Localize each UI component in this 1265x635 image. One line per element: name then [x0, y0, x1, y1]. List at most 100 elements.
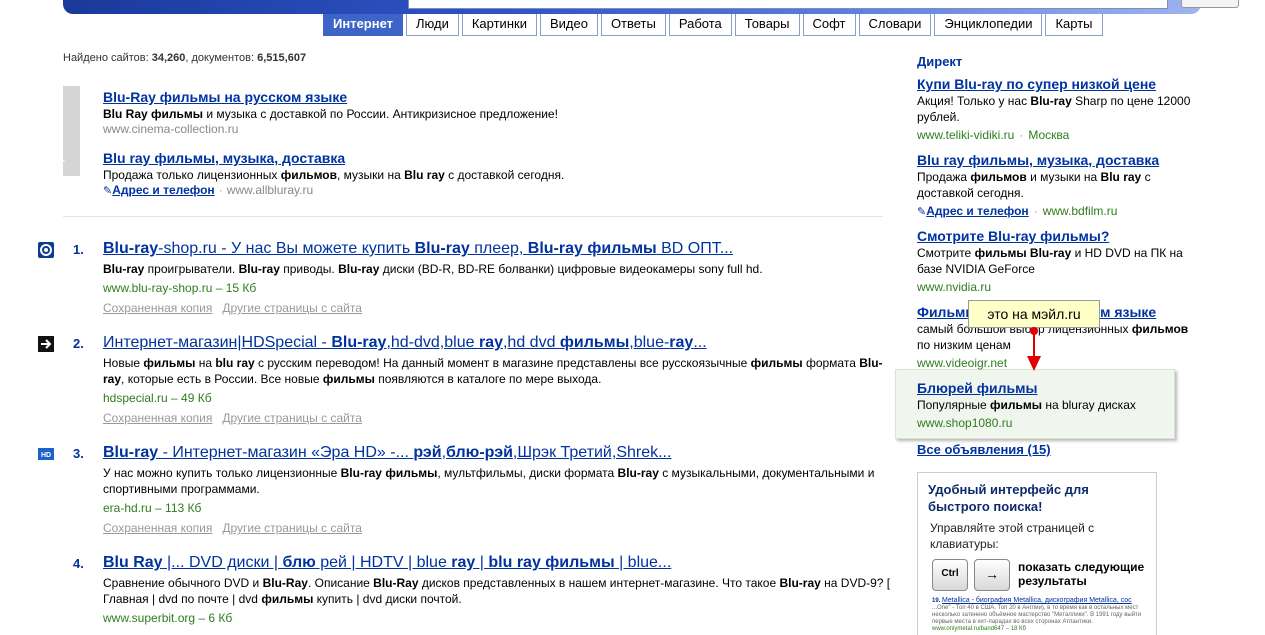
tab-1[interactable]: Люди [406, 14, 459, 36]
result-url[interactable]: www.blu-ray-shop.ru – 15 Кб [103, 281, 893, 295]
result-number: 1. [73, 242, 84, 257]
search-button[interactable] [1181, 0, 1239, 8]
result-url[interactable]: www.superbit.org – 6 Кб [103, 611, 893, 625]
tooltip: это на мэйл.ru [968, 300, 1100, 328]
result-links: Сохраненная копия Другие страницы с сайта [103, 411, 893, 425]
direct-ad-desc: Популярные фильмы на bluray дисках [917, 398, 1136, 412]
result-title[interactable]: Blu-ray - Интернет-магазин «Эра HD» -...… [103, 444, 893, 462]
direct-ad-item: Блюрей фильмы Популярные фильмы на bluray… [917, 380, 1192, 431]
pencil-icon: ✎ [103, 185, 113, 197]
dot-separator: · [1033, 204, 1038, 218]
other-pages-link[interactable]: Другие страницы с сайта [222, 411, 362, 425]
ad-item: Blu ray фильмы, музыка, доставка Продажа… [103, 150, 863, 197]
tab-7[interactable]: Софт [802, 14, 856, 36]
tab-4[interactable]: Ответы [600, 14, 666, 36]
result-snippet: Новые фильмы на blu ray с русским перево… [103, 356, 883, 386]
direct-ad-meta: www.teliki-vidiki.ru · Москва [917, 127, 1192, 143]
promo-heading: Удобный интерфейс для быстрого поиска! [928, 482, 1089, 514]
direct-ad-item: Blu ray фильмы, музыка, доставка Продажа … [917, 152, 1192, 220]
direct-ad-title[interactable]: Смотрите Blu-ray фильмы? [917, 228, 1192, 245]
tab-5[interactable]: Работа [668, 14, 732, 36]
promo-example-title: Metallica - биография Metallica, дискогр… [942, 597, 1132, 604]
promo-text: Управляйте этой страницей с клавиатуры: [930, 521, 1095, 551]
hd-logo-icon: HD [38, 446, 54, 462]
direct-ad-title[interactable]: Купи Blu-ray по супер низкой цене [917, 76, 1192, 93]
result-title[interactable]: Blu Ray |... DVD диски | блю рей | HDTV … [103, 554, 893, 572]
promo-example: 19. Metallica - биография Metallica, дис… [932, 597, 1152, 633]
found-prefix: Найдено сайтов: [63, 52, 152, 64]
promo-example-url: www.onlymetal.ru/band647 – 18 Кб [932, 626, 1026, 632]
tab-9[interactable]: Энциклопедии [934, 14, 1043, 36]
result-url[interactable]: hdspecial.ru – 49 Кб [103, 391, 893, 405]
cached-copy-link[interactable]: Сохраненная копия [103, 301, 212, 315]
tab-6[interactable]: Товары [734, 14, 800, 36]
tab-3[interactable]: Видео [539, 14, 598, 36]
direct-ads: Директ Купи Blu-ray по супер низкой цене… [917, 54, 1207, 430]
ad-url: www.allbluray.ru [226, 183, 314, 197]
result-snippet: У нас можно купить только лицензионные B… [103, 466, 875, 496]
direct-ad-address[interactable]: Адрес и телефон [926, 204, 1028, 218]
direct-ad-title[interactable]: Блюрей фильмы [917, 380, 1192, 397]
ad-title[interactable]: Blu ray фильмы, музыка, доставка [103, 150, 863, 166]
result-url[interactable]: era-hd.ru – 113 Кб [103, 501, 893, 515]
ad-desc: Продажа только лицензионных фильмов, муз… [103, 168, 565, 182]
header-band [63, 0, 1239, 14]
dot-separator: · [1019, 128, 1024, 142]
result-title[interactable]: Интернет-магазин|HDSpecial - Blu-ray,hd-… [103, 334, 893, 352]
direct-ad-title[interactable]: Blu ray фильмы, музыка, доставка [917, 152, 1192, 169]
result-number: 3. [73, 446, 84, 461]
divider [63, 216, 883, 217]
ad-title[interactable]: Blu-Ray фильмы на русском языке [103, 89, 863, 105]
promo-example-snippet: ...One" - Топ 40 в США, Топ 20 в Англии)… [932, 605, 1142, 625]
promo-example-num: 19. [932, 598, 941, 604]
direct-ad-meta: www.videoigr.net [917, 355, 1192, 371]
direct-ad-url[interactable]: www.teliki-vidiki.ru [917, 128, 1014, 142]
ad-desc: Blu Ray фильмы и музыка с доставкой по Р… [103, 107, 558, 121]
direct-ad-meta: www.nvidia.ru [917, 279, 1192, 295]
tab-0[interactable]: Интернет [323, 14, 404, 36]
direct-ad-item: Смотрите Blu-ray фильмы? Смотрите фильмы … [917, 228, 1192, 295]
tab-2[interactable]: Картинки [461, 14, 537, 36]
search-input[interactable] [408, 0, 1168, 9]
ad-item: Blu-Ray фильмы на русском языке Blu Ray … [103, 89, 863, 136]
result-number: 2. [73, 336, 84, 351]
found-sites: 34,260 [151, 52, 186, 64]
search-tabs: Интернет Люди Картинки Видео Ответы Работа Тов… [323, 14, 1103, 36]
other-pages-link[interactable]: Другие страницы с сайта [222, 301, 362, 315]
direct-ad-url[interactable]: www.shop1080.ru [917, 416, 1012, 430]
direct-ad-url[interactable]: www.videoigr.net [917, 356, 1007, 370]
result-links: Сохраненная копия Другие страницы с сайта [103, 521, 893, 535]
tab-8[interactable]: Словари [858, 14, 932, 36]
found-mid: , документов: [185, 52, 258, 64]
direct-ad-url[interactable]: www.nvidia.ru [917, 280, 991, 294]
svg-text:HD: HD [41, 452, 51, 459]
pencil-icon: ✎ [917, 206, 927, 218]
ad-url: www.cinema-collection.ru [103, 122, 239, 136]
arrow-right-key-icon: → [974, 559, 1010, 591]
dot-separator: · [218, 183, 223, 197]
direct-ad-desc: Акция! Только у нас Blu-ray Sharp по цен… [917, 94, 1191, 124]
ad-address-link[interactable]: Адрес и телефон [112, 183, 214, 197]
results-count: Найдено сайтов: 34,260, документов: 6,51… [63, 52, 306, 64]
other-pages-link[interactable]: Другие страницы с сайта [222, 521, 362, 535]
cached-copy-link[interactable]: Сохраненная копия [103, 411, 212, 425]
ads-label: реклама [53, 86, 80, 176]
cached-copy-link[interactable]: Сохраненная копия [103, 521, 212, 535]
result-title[interactable]: Blu-ray-shop.ru - У нас Вы можете купить… [103, 240, 893, 258]
keyboard-promo: Удобный интерфейс для быстрого поиска! У… [917, 472, 1157, 635]
direct-heading: Директ [917, 54, 963, 69]
tab-10[interactable]: Карты [1045, 14, 1103, 36]
direct-ad-desc: Смотрите фильмы Blu-ray и HD DVD на ПК н… [917, 246, 1183, 276]
result-snippet: Blu-ray проигрыватели. Blu-ray приводы. … [103, 262, 763, 276]
direct-ad-desc: Продажа фильмов и музыки на Blu ray с до… [917, 170, 1151, 200]
ad-meta: ✎Адрес и телефон · www.allbluray.ru [103, 183, 863, 197]
result-links: Сохраненная копия Другие страницы с сайта [103, 301, 893, 315]
ads-label-text: реклама [53, 112, 65, 162]
result-number: 4. [73, 556, 84, 571]
result-snippet: Сравнение обычного DVD и Blu-Ray. Описан… [103, 576, 891, 606]
promo-shortcut: показать следующие результаты [1018, 560, 1145, 588]
arrow-right-icon [38, 336, 54, 352]
direct-ad-url[interactable]: www.bdfilm.ru [1043, 204, 1118, 218]
all-ads-link[interactable]: Все объявления (15) [917, 442, 1051, 457]
direct-ad-meta: www.shop1080.ru [917, 415, 1192, 431]
